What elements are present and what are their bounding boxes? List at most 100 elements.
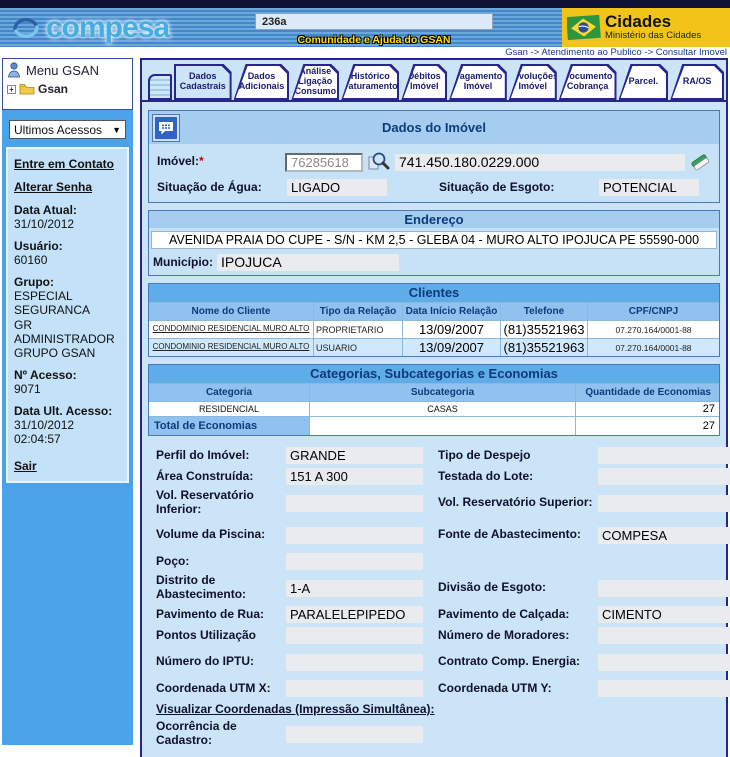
tab-debitos-imovel[interactable]: DébitosImóvel [401, 64, 447, 100]
vol-reservatorio-superior-label: Vol. Reservatório Superior: [438, 496, 596, 510]
comment-icon[interactable] [153, 115, 179, 141]
grupo-value: ADMINISTRADOR [14, 332, 121, 346]
compesa-swoosh-icon [8, 13, 44, 43]
data-ult-acesso-block: Data Ult. Acesso:31/10/201202:04:57 [14, 404, 121, 446]
required-asterisk: * [199, 154, 204, 168]
numero-de-moradores-label: Número de Moradores: [438, 629, 596, 643]
folder-icon [19, 83, 35, 95]
column-header-quantidade-de-economias: Quantidade de Economias [576, 384, 719, 401]
field-row: Vol. Reservatório Inferior: Vol. Reservat… [148, 487, 720, 519]
tipo-de-despejo-field [598, 447, 730, 464]
field-row: Coordenada UTM X: Coordenada UTM Y: [148, 678, 720, 699]
municipio-label: Município: [153, 256, 213, 270]
volume-da-piscina-field [286, 527, 423, 544]
dropdown-selected-value: Ultimos Acessos [14, 123, 102, 137]
section-title-endereco: Endereço [149, 212, 719, 227]
gsan-help-link[interactable]: Comunidade e Ajuda do GSAN [255, 34, 493, 46]
sidebar-info-panel: Entre em Contato Alterar Senha Data Atua… [6, 147, 129, 483]
field-row: Pontos UtilizaçãoNúmero de Moradores: [148, 625, 720, 646]
client-cpf-cnpj: 07.270.164/0001-88 [615, 343, 691, 353]
coordenada-utm-y-field [598, 680, 730, 697]
grupo-block: Grupo:ESPECIALSEGURANCAGRADMINISTRADORGR… [14, 275, 121, 360]
tab-spine[interactable] [148, 74, 172, 100]
perfil-do-imovel-label: Perfil do Imóvel: [156, 449, 284, 463]
pavimento-de-calcada-label: Pavimento de Calçada: [438, 608, 596, 622]
field-row: Perfil do Imóvel:GRANDETipo de Despejo [148, 445, 720, 466]
coordenada-utm-x-label: Coordenada UTM X: [156, 682, 284, 696]
tab-ra-os[interactable]: RA/OS [670, 64, 724, 100]
column-header-tipo-da-relacao: Tipo da Relação [314, 303, 402, 320]
total-economias-row: Total de Economias27 [149, 417, 719, 435]
field-row: Volume da Piscina:Fonte de Abastecimento… [148, 519, 720, 551]
coordenada-utm-y-label: Coordenada UTM Y: [438, 682, 596, 696]
n-acesso-block: Nº Acesso:9071 [14, 368, 121, 396]
menu-gsan-label: Menu GSAN [26, 63, 99, 78]
poco-field [286, 553, 423, 570]
usuario-value: 60160 [14, 253, 121, 267]
main-panel: DadosCadastraisDadosAdicionaisAnáliseLig… [140, 58, 728, 757]
imovel-matricula-input[interactable] [285, 153, 363, 172]
dados-imovel-header: Dados do Imóvel [149, 111, 719, 144]
imovel-row: Imóvel:* 741.450.180.0229.000 [149, 149, 719, 177]
tab-pagamento-imovel-label: PagamentoImóvel [451, 66, 505, 98]
contrato-comp-energia-field [598, 654, 730, 671]
client-phone: (81)35521963 [504, 340, 585, 355]
client-name-link[interactable]: CONDOMINIO RESIDENCIAL MURO ALTO [153, 324, 310, 334]
tab-dados-cadastrais-label: DadosCadastrais [176, 66, 230, 98]
tab-documento-cobranca[interactable]: DocumentoCobrança [559, 64, 617, 100]
divisao-de-esgoto-label: Divisão de Esgoto: [438, 581, 596, 595]
tab-historico-faturamento[interactable]: HistóricoFaturamento [341, 64, 399, 100]
tab-analise-ligacao-consumo[interactable]: AnáliseLigaçãoConsumo [291, 64, 339, 100]
numero-do-iptu-field [286, 654, 423, 671]
visualizar-coordenadas-link[interactable]: Visualizar Coordenadas (Impressão Simult… [156, 702, 712, 716]
client-name-link[interactable]: CONDOMINIO RESIDENCIAL MURO ALTO [153, 342, 310, 352]
cidades-text: Cidades Ministério das Cidades [605, 13, 701, 41]
vol-reservatorio-inferior-label: Vol. Reservatório Inferior: [156, 489, 284, 517]
pavimento-de-rua-field: PARALELEPIPEDO [286, 606, 423, 623]
ocorrencia-cadastro-label: Ocorrência de Cadastro: [156, 720, 284, 748]
numero-do-iptu-label: Número do IPTU: [156, 655, 284, 669]
tab-parcel[interactable]: Parcel. [619, 64, 669, 100]
sidebar: Menu GSAN + Gsan Ultimos Acessos ▼ Entre… [2, 58, 133, 745]
sair-link[interactable]: Sair [14, 459, 121, 473]
column-header-nome-do-cliente: Nome do Cliente [149, 303, 313, 320]
municipio-row: Município: IPOJUCA [149, 252, 719, 275]
tab-analise-ligacao-consumo-label: AnáliseLigaçãoConsumo [293, 66, 337, 98]
ocorrencia-row: Ocorrência de Cadastro: [148, 718, 720, 750]
categorias-grid: CategoriaSubcategoriaQuantidade de Econo… [149, 383, 719, 435]
pavimento-de-calcada-field: CIMENTO [598, 606, 730, 623]
section-title-dados-imovel: Dados do Imóvel [149, 120, 719, 135]
total-economias-value: 27 [576, 417, 719, 435]
grupo-value: SEGURANCA [14, 303, 121, 317]
tab-dados-adicionais[interactable]: DadosAdicionais [234, 64, 290, 100]
breadcrumb: Gsan -> Atendimento ao Publico -> Consul… [0, 47, 730, 58]
column-header-categoria: Categoria [149, 384, 309, 401]
data-atual-value: 31/10/2012 [14, 217, 121, 231]
client-row: CONDOMINIO RESIDENCIAL MURO ALTOUSUARIO1… [149, 339, 719, 356]
search-icon[interactable] [367, 151, 391, 173]
tree-item-gsan[interactable]: + Gsan [7, 82, 128, 96]
tab-dados-cadastrais[interactable]: DadosCadastrais [174, 64, 232, 100]
entre-em-contato-link[interactable]: Entre em Contato [14, 157, 121, 171]
endereco-header: Endereço [149, 211, 719, 228]
cidades-logo: Cidades Ministério das Cidades [562, 8, 730, 47]
field-row: Número do IPTU:Contrato Comp. Energia: [148, 646, 720, 678]
quick-access-input[interactable] [255, 13, 493, 30]
grupo-value: GR [14, 318, 121, 332]
client-relation: PROPRIETARIO [316, 325, 383, 335]
dados-imovel-body: Imóvel:* 741.450.180.0229.000 [149, 144, 719, 202]
field-row: Distrito de Abastecimento:1-ADivisão de … [148, 572, 720, 604]
tab-pagamento-imovel[interactable]: PagamentoImóvel [449, 64, 507, 100]
alterar-senha-link[interactable]: Alterar Senha [14, 180, 121, 194]
eraser-icon[interactable] [689, 152, 711, 172]
expand-icon[interactable]: + [7, 85, 16, 94]
endereco-field: AVENIDA PRAIA DO CUPE - S/N - KM 2,5 - G… [151, 231, 717, 249]
ocorrencia-cadastro-field [286, 726, 423, 743]
tab-historico-faturamento-label: HistóricoFaturamento [343, 66, 397, 98]
tab-devolucoes-imovel[interactable]: DevoluçõesImóvel [509, 64, 557, 100]
ultimos-acessos-dropdown[interactable]: Ultimos Acessos ▼ [9, 120, 126, 139]
vol-reservatorio-superior-field [598, 495, 730, 512]
area-construida-field: 151 A 300 [286, 468, 423, 485]
perfil-do-imovel-field: GRANDE [286, 447, 423, 464]
grupo-value: GRUPO GSAN [14, 346, 121, 360]
